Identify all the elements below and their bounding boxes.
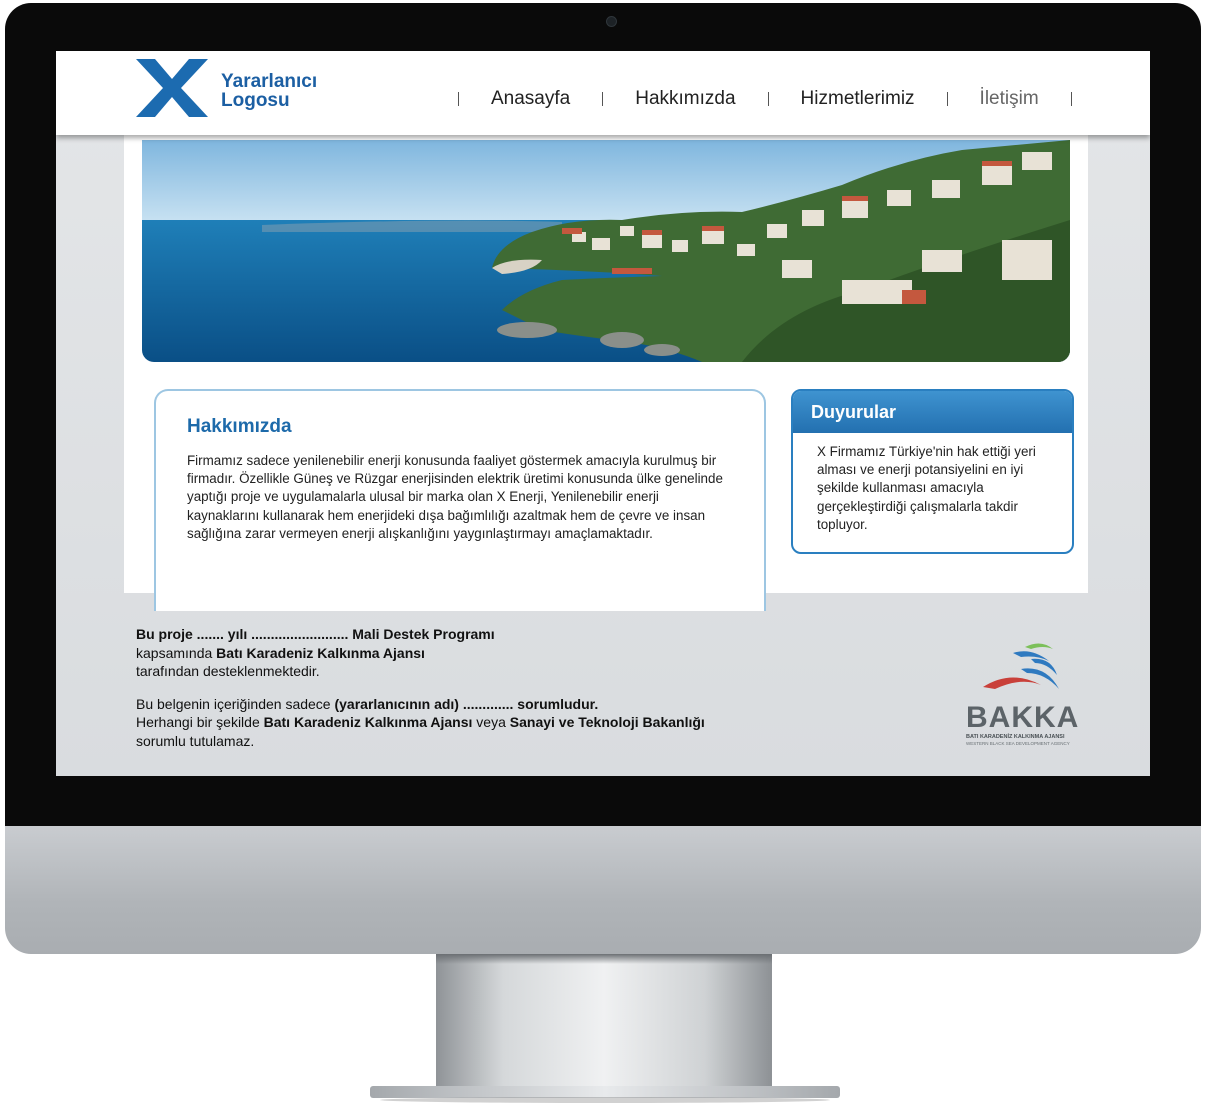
footer-disclaimer: Bu proje ....... yılı ..................… [136,625,736,765]
bakka-wordmark: BAKKA [966,701,1080,734]
hero-image [142,140,1070,362]
webcam [606,16,617,27]
bakka-subtitle-en: WESTERN BLACK SEA DEVELOPMENT AGENCY [966,741,1070,746]
disclaimer-paragraph-1: Bu proje ....... yılı ..................… [136,625,736,681]
about-title: Hakkımızda [187,416,292,437]
monitor-stand [436,954,772,1086]
nav-item-iletisim[interactable]: İletişim [948,87,1071,111]
bakka-subtitle-tr: BATI KARADENİZ KALKINMA AJANSI [966,734,1065,740]
screen: Yararlanıcı Logosu Anasayfa Hakkımızda H… [56,51,1150,776]
announcements-title: Duyurular [793,391,1072,433]
base-shadow [380,1097,830,1103]
disclaimer-bold: Sanayi ve Teknoloji Bakanlığı [509,714,705,731]
about-box: Hakkımızda Firmamız sadece yenilenebilir… [154,389,766,611]
site-header: Yararlanıcı Logosu Anasayfa Hakkımızda H… [56,51,1150,135]
nav-item-hakkimizda[interactable]: Hakkımızda [603,87,767,111]
main-nav: Anasayfa Hakkımızda Hizmetlerimiz İletiş… [458,87,1072,111]
stand-shadow [436,954,772,964]
disclaimer-bold: Batı Karadeniz Kalkınma Ajansı [263,714,473,731]
announcements-box: Duyurular X Firmamız Türkiye'nin hak ett… [791,389,1074,554]
disclaimer-text: Herhangi bir şekilde [136,714,264,731]
disclaimer-bold: (yararlanıcının adı) ............. sorum… [334,695,599,712]
logo-text[interactable]: Yararlanıcı Logosu [221,72,317,110]
about-text: Firmamız sadece yenilenebilir enerji kon… [187,453,723,541]
disclaimer-text: veya [472,714,510,731]
disclaimer-bold: Bu proje ....... yılı ..................… [136,626,495,642]
nav-item-anasayfa[interactable]: Anasayfa [459,87,602,111]
bakka-logo[interactable]: BAKKA BATI KARADENİZ KALKINMA AJANSI WES… [961,639,1101,749]
bakka-wave-icon [983,643,1059,689]
disclaimer-text: tarafından desteklenmektedir. [136,663,320,680]
disclaimer-text: kapsamında [136,644,217,661]
monitor-chin [5,826,1201,954]
disclaimer-text: Bu belgenin içeriğinden sadece [136,695,335,712]
logo-line-1: Yararlanıcı [221,71,318,92]
logo-line-2: Logosu [221,90,290,111]
x-logo-icon[interactable] [136,59,208,117]
nav-separator [1070,92,1072,106]
disclaimer-bold: Batı Karadeniz Kalkınma Ajansı [216,644,425,661]
announcements-text[interactable]: X Firmamız Türkiye'nin hak ettiği yeri a… [793,433,1072,534]
nav-item-hizmetlerimiz[interactable]: Hizmetlerimiz [769,87,947,111]
disclaimer-paragraph-2: Bu belgenin içeriğinden sadece (yararlan… [136,695,736,751]
disclaimer-text: sorumlu tutulamaz. [136,732,255,749]
